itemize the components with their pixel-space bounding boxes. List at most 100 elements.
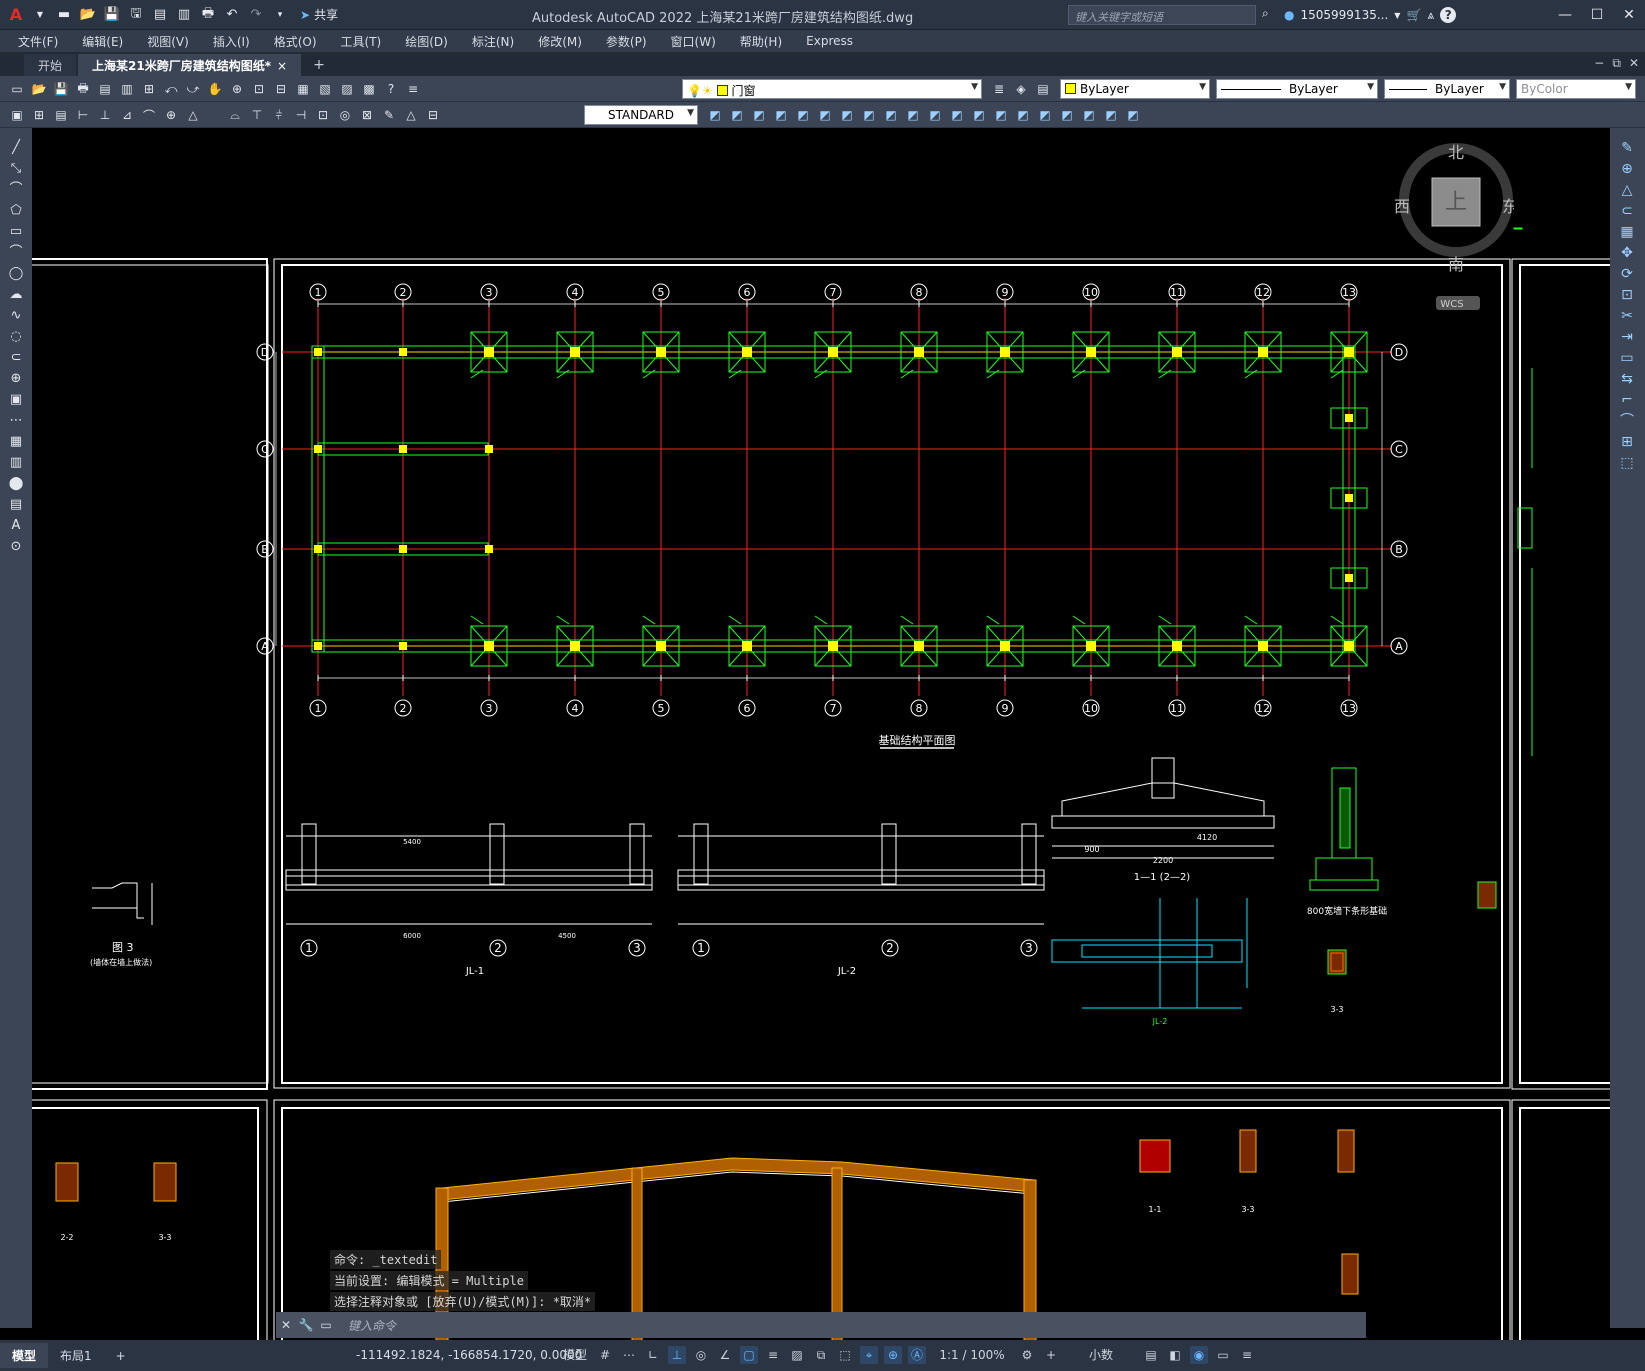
text-style-dropdown[interactable]: STANDARD ▼ [584,105,698,125]
toolbar1-tool-icon-18[interactable]: ≡ [404,80,422,98]
gizmo-icon[interactable]: ⊕ [884,1346,902,1364]
modify-tool-icon-12[interactable]: ⌐ [1616,390,1638,410]
dim-tool-icon-11[interactable]: ⫩ [270,106,288,124]
save-as-icon[interactable]: 🖫 [126,5,146,25]
status-scale[interactable]: 1:1 / 100% [932,1346,1012,1364]
toolbar1-tool-icon-15[interactable]: ▨ [338,80,356,98]
menu-item-4[interactable]: 格式(O) [274,33,317,50]
hardware-icon[interactable]: ◉ [1190,1346,1208,1364]
command-close-icon[interactable]: ✕ [276,1318,296,1332]
dim-tool-icon-14[interactable]: ◎ [336,106,354,124]
new-file-icon[interactable]: ▬ [54,5,74,25]
wcs-menu[interactable]: WCS [1440,299,1463,310]
view-tool-icon-0[interactable]: ◩ [706,106,724,124]
open-file-icon[interactable]: 📂 [78,5,98,25]
toolbar1-tool-icon-5[interactable]: ▥ [118,80,136,98]
tab-start[interactable]: 开始 [24,54,77,76]
help-icon[interactable]: ? [1440,7,1457,23]
ortho-icon[interactable]: ∟ [644,1346,662,1364]
print-icon[interactable]: 🖶 [198,5,218,25]
menu-item-6[interactable]: 绘图(D) [405,33,448,50]
view-tool-icon-15[interactable]: ◩ [1036,106,1054,124]
command-customize-icon[interactable]: 🔧 [296,1318,316,1332]
viewcube-east[interactable]: 东 [1502,197,1514,216]
menu-item-12[interactable]: Express [806,34,853,48]
modify-tool-icon-10[interactable]: ▭ [1616,348,1638,368]
minimize-icon[interactable]: — [1549,0,1581,30]
modify-tool-icon-0[interactable]: ✎ [1616,138,1638,158]
account-menu[interactable]: ● 1505999135... ▼ 🛒 ⩓? [1284,7,1457,23]
osnap-icon[interactable]: ◎ [692,1346,710,1364]
modify-tool-icon-1[interactable]: ⊕ [1616,159,1638,179]
ducs-icon[interactable]: ▢ [740,1346,758,1364]
toolbar1-tool-icon-14[interactable]: ▧ [316,80,334,98]
toolbar1-tool-icon-11[interactable]: ⊡ [250,80,268,98]
tab-close-icon[interactable]: × [277,59,287,73]
view-tool-icon-7[interactable]: ◩ [860,106,878,124]
close-icon[interactable]: ✕ [1613,0,1645,30]
lineweight-dropdown[interactable]: ByLayer ▼ [1384,79,1510,99]
layer-tool-icon-1[interactable]: ◈ [1012,80,1030,98]
view-tool-icon-16[interactable]: ◩ [1058,106,1076,124]
grid-icon[interactable]: # [596,1346,614,1364]
status-mode[interactable]: 模型 [560,1346,590,1364]
plotstyle-dropdown[interactable]: ByColor ▼ [1516,79,1636,99]
draw-tool-icon-18[interactable]: A [6,516,26,536]
modify-tool-icon-7[interactable]: ⊡ [1616,285,1638,305]
search-input[interactable]: 键入关键字或短语 [1068,5,1256,25]
modify-tool-icon-5[interactable]: ✥ [1616,243,1638,263]
annotation-icon[interactable]: Ⓐ [908,1346,926,1364]
status-units[interactable]: 小数 [1066,1346,1136,1364]
dim-tool-icon-12[interactable]: ⊣ [292,106,310,124]
menu-item-3[interactable]: 插入(I) [213,33,250,50]
dim-tool-icon-17[interactable]: △ [402,106,420,124]
modify-tool-icon-8[interactable]: ✂ [1616,306,1638,326]
draw-tool-icon-1[interactable]: ⤡ [6,159,26,179]
color-dropdown[interactable]: ByLayer ▼ [1060,79,1210,99]
linetype-dropdown[interactable]: ByLayer ▼ [1216,79,1378,99]
toolbar1-tool-icon-8[interactable]: ⤻ [184,80,202,98]
tab-drawing[interactable]: 上海某21米跨厂房建筑结构图纸* × [78,54,302,76]
share-button[interactable]: ➤ 共享 [300,6,338,23]
view-tool-icon-10[interactable]: ◩ [926,106,944,124]
viewcube[interactable]: 上 北 南 东 西 WCS [1394,138,1514,328]
modify-tool-icon-14[interactable]: ⊞ [1616,432,1638,452]
command-input[interactable]: 键入命令 [348,1317,396,1334]
dim-tool-icon-5[interactable]: ⊿ [118,106,136,124]
menu-item-10[interactable]: 窗口(W) [671,33,716,50]
toolbar1-tool-icon-16[interactable]: ▩ [360,80,378,98]
modify-tool-icon-3[interactable]: ⊂ [1616,201,1638,221]
draw-tool-icon-9[interactable]: ◌ [6,327,26,347]
dim-tool-icon-8[interactable]: △ [184,106,202,124]
draw-tool-icon-14[interactable]: ▦ [6,432,26,452]
draw-tool-icon-16[interactable]: ⬤ [6,474,26,494]
polar-icon[interactable]: ⊥ [668,1346,686,1364]
draw-tool-icon-15[interactable]: ▥ [6,453,26,473]
dim-tool-icon-1[interactable]: ⊞ [30,106,48,124]
dim-tool-icon-18[interactable]: ⊟ [424,106,442,124]
isolate-icon[interactable]: ◧ [1166,1346,1184,1364]
draw-tool-icon-12[interactable]: ▣ [6,390,26,410]
drawing-canvas[interactable]: 1 1 2 2 3 3 4 4 5 5 6 6 7 7 8 8 9 9 10 10 11 11 12 12 13 13 D D C C B B… [32,128,1610,1340]
view-tool-icon-18[interactable]: ◩ [1102,106,1120,124]
add-layout-button[interactable]: + [104,1345,138,1367]
settings-icon[interactable]: ⚙ [1018,1346,1036,1364]
autocad-logo-icon[interactable]: A [6,5,26,25]
properties-icon[interactable]: ▤ [1142,1346,1160,1364]
draw-tool-icon-11[interactable]: ⊕ [6,369,26,389]
toolbar1-tool-icon-1[interactable]: 📂 [30,80,48,98]
viewcube-north[interactable]: 北 [1448,143,1464,162]
view-tool-icon-12[interactable]: ◩ [970,106,988,124]
modify-tool-icon-11[interactable]: ⇆ [1616,369,1638,389]
toolbar1-tool-icon-7[interactable]: ⤺ [162,80,180,98]
transparency-icon[interactable]: ▨ [788,1346,806,1364]
toolbar1-tool-icon-17[interactable]: ? [382,80,400,98]
dim-tool-icon-3[interactable]: ⊢ [74,106,92,124]
menu-chevron-icon[interactable]: ▼ [30,5,50,25]
toolbar1-tool-icon-9[interactable]: ✋ [206,80,224,98]
menu-item-9[interactable]: 参数(P) [606,33,647,50]
menu-item-0[interactable]: 文件(F) [18,33,58,50]
modify-tool-icon-13[interactable]: ⌒ [1616,411,1638,431]
undo-icon[interactable]: ↶ [222,5,242,25]
tab-layout1[interactable]: 布局1 [48,1343,104,1368]
